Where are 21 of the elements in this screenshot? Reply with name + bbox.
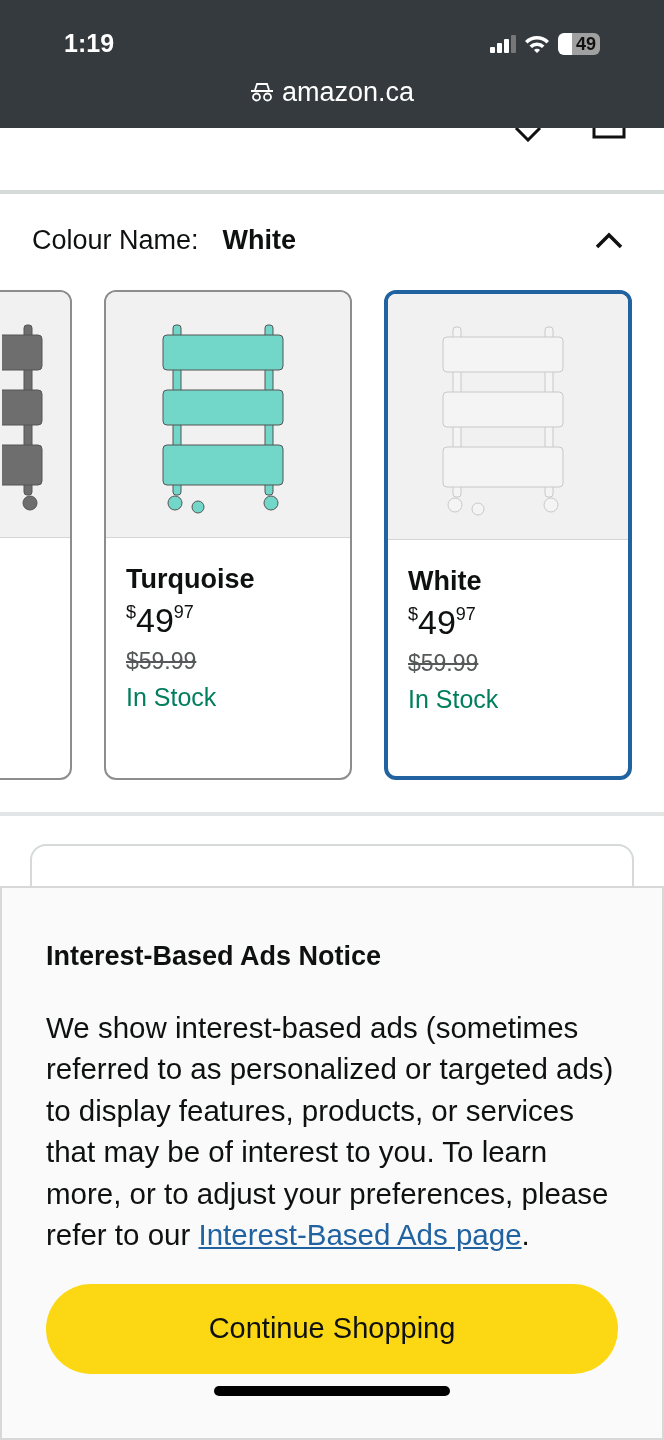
address-url: amazon.ca: [281, 76, 415, 109]
list-price: $59.99: [408, 649, 480, 678]
continue-shopping-button[interactable]: Continue Shopping: [46, 1283, 618, 1374]
incognito-icon: [249, 82, 274, 103]
interest-based-ads-link[interactable]: Interest-Based Ads page: [198, 1218, 522, 1251]
chevron-up-icon[interactable]: [594, 231, 624, 249]
colour-name: Turquoise: [126, 563, 256, 596]
availability: In Stock: [126, 681, 218, 713]
status-time: 1:19: [64, 28, 115, 60]
colour-name: White: [408, 565, 483, 598]
box-icon: [592, 128, 626, 140]
signal-icon: [489, 35, 516, 53]
colour-value: White: [222, 223, 297, 257]
battery-indicator: 49: [557, 33, 600, 55]
notice-text: We show interest-based ads (sometimes referred to as personalized or targeted ads) to display features, products, or services that may be of interest to you. To learn more, or to adjust your preferences, please refer to our Interest-Based Ads page.: [46, 1009, 615, 1253]
availability: In Stock: [408, 683, 500, 715]
wifi-icon: [523, 34, 550, 54]
notice-title: Interest-Based Ads Notice: [46, 940, 383, 973]
chevron-down-icon: [514, 128, 542, 142]
colour-label: Colour Name:: [32, 223, 199, 257]
list-price: $59.99: [126, 647, 198, 676]
